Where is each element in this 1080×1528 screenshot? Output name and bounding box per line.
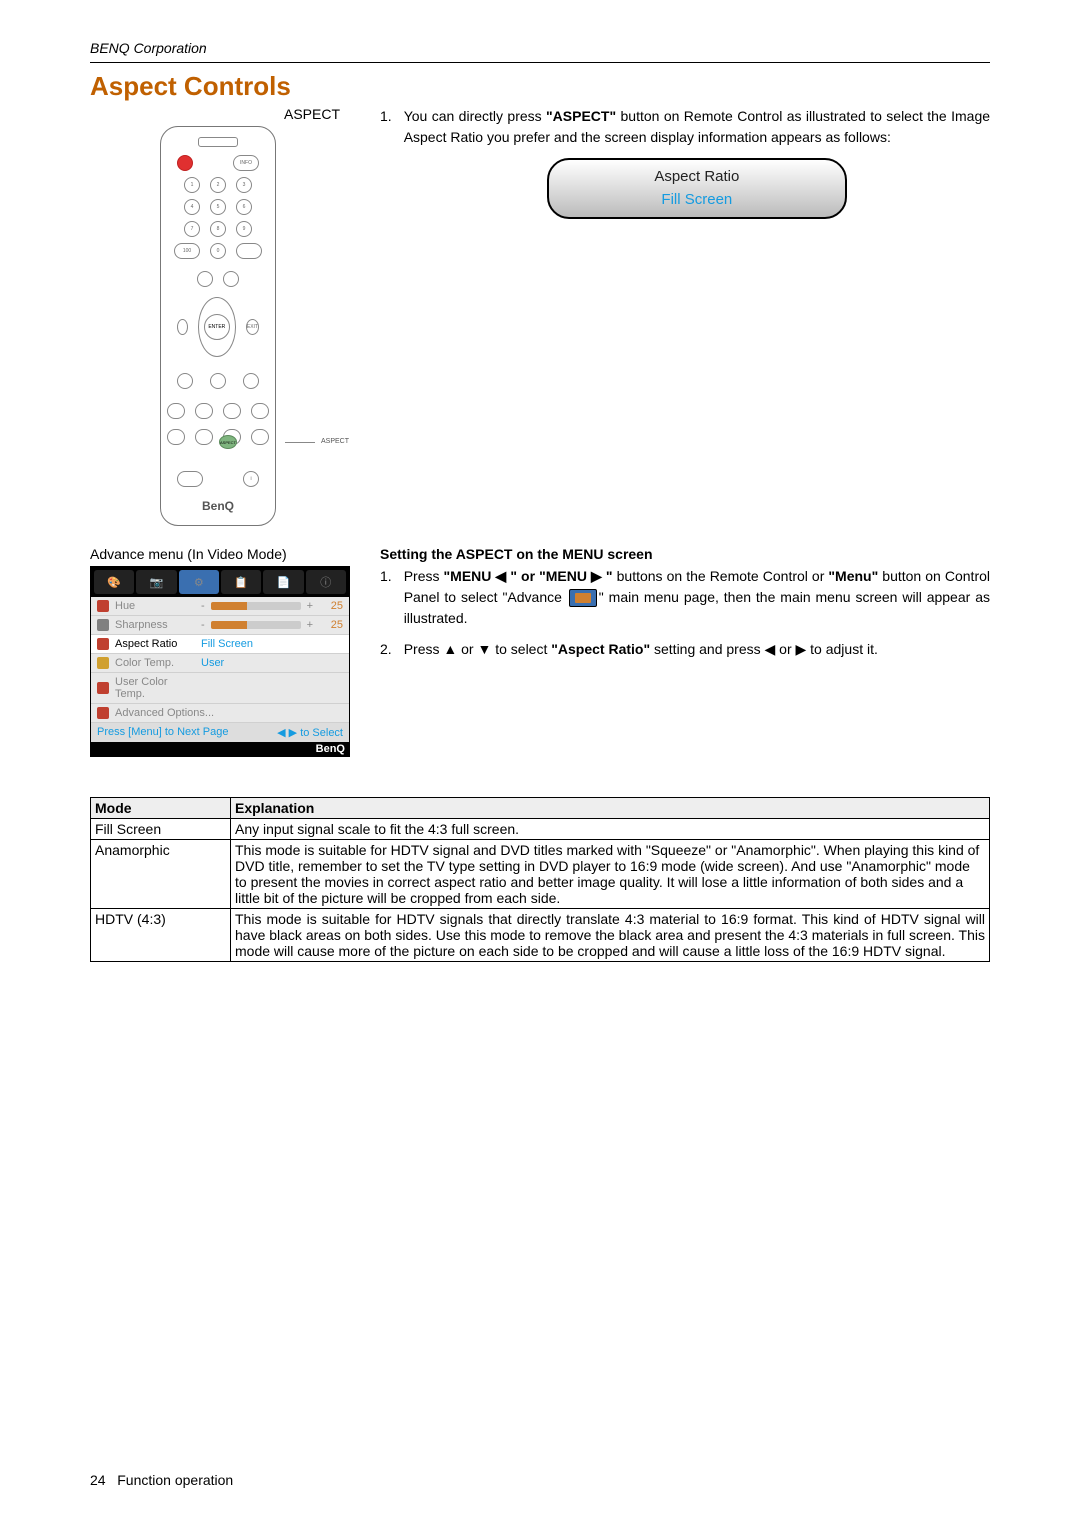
aspect-modes-table: Mode Explanation Fill Screen Any input s… — [90, 797, 990, 962]
osd-tab-1: 🎨 — [94, 570, 134, 594]
step-1-text-a: You can directly press — [404, 108, 546, 124]
power-button-icon — [177, 155, 193, 171]
advance-menu-label: Advance menu (In Video Mode) — [90, 546, 350, 562]
osd-advance-menu: 🎨 📷 ⚙ 📋 📄 ⓘ Hue -+ 25 Sharpness -+ — [90, 566, 350, 757]
osd-tab-4: 📋 — [221, 570, 261, 594]
aspect-ratio-osd-bubble: Aspect Ratio Fill Screen — [547, 158, 847, 219]
page-footer: 24 Function operation — [90, 1472, 233, 1488]
setting-step-2: 2. Press ▲ or ▼ to select "Aspect Ratio"… — [380, 639, 990, 660]
remote-control-illustration: INFO 123 456 789 1000 ENTER EXIT ASPECT … — [160, 126, 276, 526]
osd-bubble-title: Aspect Ratio — [559, 166, 835, 189]
table-row: Anamorphic This mode is suitable for HDT… — [91, 840, 990, 909]
footer-section: Function operation — [117, 1472, 233, 1488]
table-row: Fill Screen Any input signal scale to fi… — [91, 819, 990, 840]
aspect-button-highlight: ASPECT — [219, 435, 237, 449]
osd-row-sharpness: Sharpness -+ 25 — [91, 616, 349, 635]
osd-row-hue: Hue -+ 25 — [91, 597, 349, 616]
osd-tab-2: 📷 — [136, 570, 176, 594]
header-rule — [90, 62, 990, 63]
osd-footer-right: ◀ ▶ to Select — [277, 726, 343, 739]
osd-footer-left: Press [Menu] to Next Page — [97, 726, 228, 739]
setting-title: Setting the ASPECT on the MENU screen — [380, 546, 990, 562]
info-button-icon: INFO — [233, 155, 259, 171]
header-company: BENQ Corporation — [90, 40, 990, 56]
osd-tab-3-selected: ⚙ — [179, 570, 219, 594]
aspect-label: ASPECT — [90, 106, 350, 122]
step-1-number: 1. — [380, 106, 392, 219]
osd-tab-5: 📄 — [263, 570, 303, 594]
remote-dpad: ENTER — [198, 297, 236, 357]
advance-tab-icon — [569, 589, 597, 607]
osd-row-aspect-ratio: Aspect Ratio Fill Screen — [91, 635, 349, 654]
step-1: 1. You can directly press "ASPECT" butto… — [380, 106, 990, 219]
osd-row-advanced-options: Advanced Options... — [91, 704, 349, 723]
osd-row-color-temp: Color Temp. User — [91, 654, 349, 673]
remote-brand: BenQ — [202, 499, 234, 513]
page-number: 24 — [90, 1472, 106, 1488]
section-title: Aspect Controls — [90, 71, 990, 102]
osd-tab-6: ⓘ — [306, 570, 346, 594]
table-header-explanation: Explanation — [231, 798, 990, 819]
osd-brand: BenQ — [91, 742, 349, 756]
osd-bubble-value: Fill Screen — [559, 189, 835, 212]
aspect-callout-label: ASPECT — [321, 438, 349, 445]
remote-ir-window — [198, 137, 238, 147]
setting-step-1: 1. Press "MENU ◀ " or "MENU ▶ " buttons … — [380, 566, 990, 629]
osd-row-user-color-temp: User Color Temp. — [91, 673, 349, 704]
table-header-mode: Mode — [91, 798, 231, 819]
table-row: HDTV (4:3) This mode is suitable for HDT… — [91, 909, 990, 962]
step-1-button-label: "ASPECT" — [546, 108, 616, 124]
